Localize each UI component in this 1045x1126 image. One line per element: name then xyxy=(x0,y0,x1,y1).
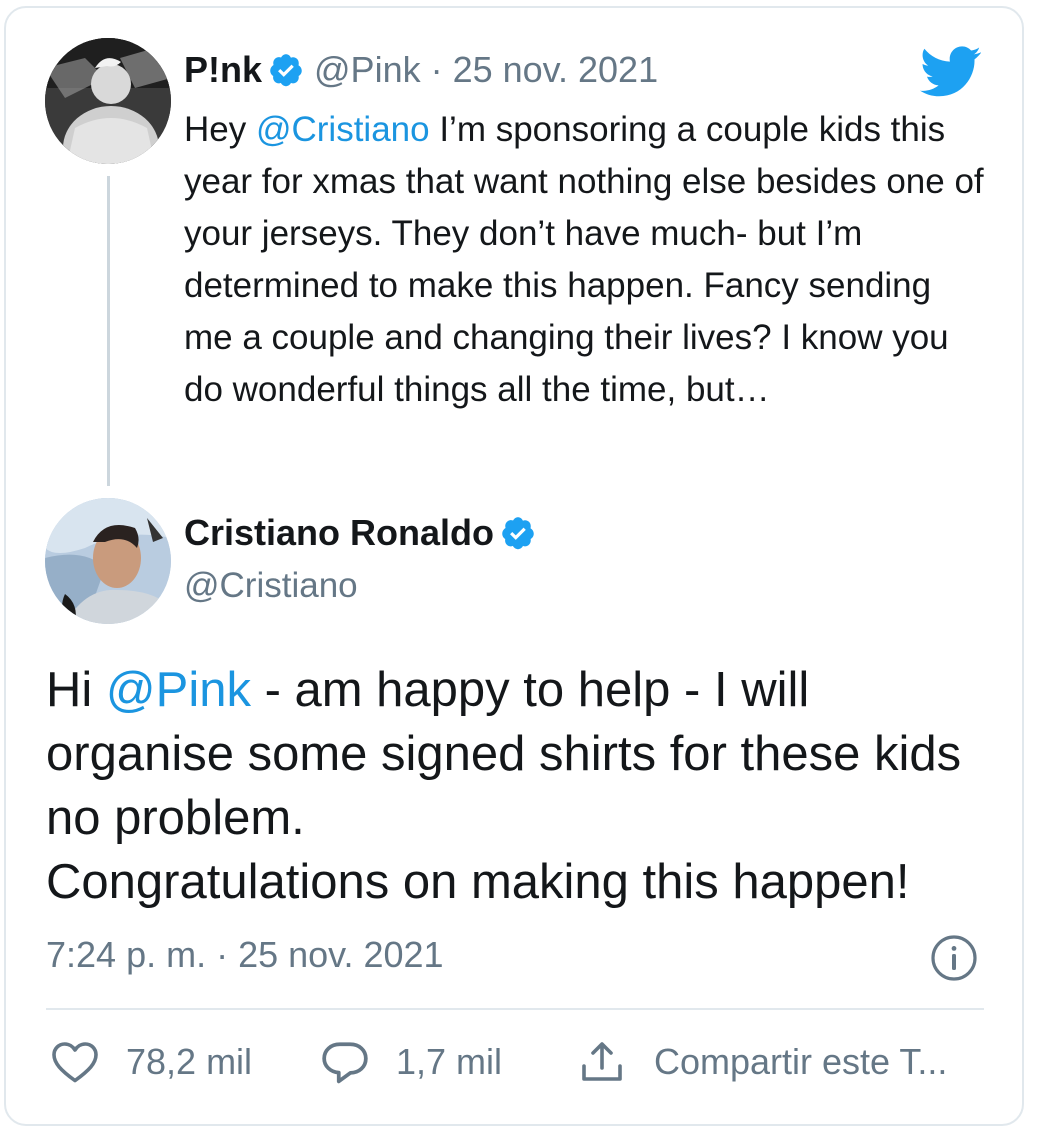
like-button[interactable]: 78,2 mil xyxy=(50,1040,320,1084)
pink-avatar[interactable] xyxy=(45,38,171,164)
thread-connector-line xyxy=(107,176,110,486)
mention-link-pink[interactable]: @Pink xyxy=(106,663,251,717)
quoted-tweet-date: · 25 nov. 2021 xyxy=(430,49,659,90)
tweet-author-handle[interactable]: @Cristiano xyxy=(184,566,358,606)
info-icon[interactable] xyxy=(930,934,978,982)
reply-count: 1,7 mil xyxy=(396,1041,503,1082)
tweet-author-name[interactable]: Cristiano Ronaldo xyxy=(184,512,494,554)
tweet-text-line2: Congratulations on making this happen! xyxy=(46,855,910,909)
quoted-tweet-header: P!nk @Pink · 25 nov. 2021 xyxy=(184,48,658,92)
tweet-author-row: Cristiano Ronaldo xyxy=(184,512,536,554)
heart-icon xyxy=(52,1042,98,1083)
like-count: 78,2 mil xyxy=(126,1041,253,1082)
tweet-text-intro: Hi xyxy=(46,663,106,717)
twitter-bird-icon[interactable] xyxy=(920,46,982,98)
tweet-actions-bar: 78,2 mil 1,7 mil Compartir este T... xyxy=(50,1034,947,1090)
mention-link-cristiano[interactable]: @Cristiano xyxy=(256,110,430,149)
share-button[interactable]: Compartir este T... xyxy=(578,1038,947,1086)
quoted-author-name[interactable]: P!nk xyxy=(184,49,262,91)
quoted-text-intro: Hey xyxy=(184,110,256,149)
tweet-timestamp[interactable]: 7:24 p. m. · 25 nov. 2021 xyxy=(46,934,444,976)
share-label: Compartir este T... xyxy=(654,1041,948,1082)
cristiano-avatar[interactable] xyxy=(45,498,171,624)
tweet-text: Hi @Pink - am happy to help - I will org… xyxy=(46,658,1006,914)
verified-badge-icon xyxy=(270,54,302,87)
quoted-author-handle[interactable]: @Pink xyxy=(314,49,421,91)
quoted-text-body: I’m sponsoring a couple kids this year f… xyxy=(184,110,984,409)
speech-bubble-icon xyxy=(322,1042,368,1084)
quoted-tweet-text: Hey @Cristiano I’m sponsoring a couple k… xyxy=(184,104,984,416)
share-icon xyxy=(582,1042,622,1081)
verified-badge-icon xyxy=(502,517,534,550)
actions-divider xyxy=(46,1008,984,1010)
reply-button[interactable]: 1,7 mil xyxy=(320,1039,578,1085)
